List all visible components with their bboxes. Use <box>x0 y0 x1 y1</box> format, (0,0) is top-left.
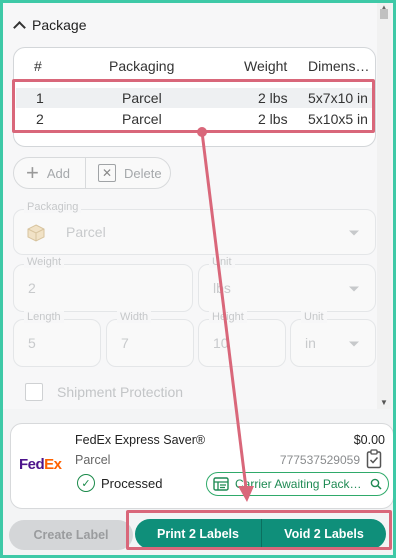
processed-label: Processed <box>101 475 163 491</box>
weight-unit-select[interactable]: Unit lbs <box>198 256 376 312</box>
scrollbar-thumb[interactable] <box>380 9 388 19</box>
scroll-down-arrow-icon[interactable]: ▼ <box>380 398 388 407</box>
length-value: 5 <box>28 335 36 351</box>
package-section-header[interactable]: Package <box>13 13 87 37</box>
length-field[interactable]: Length 5 <box>13 311 101 367</box>
clipboard-check-icon[interactable] <box>366 449 382 469</box>
table-header: # Packaging Weight Dimens… <box>14 58 375 80</box>
height-field[interactable]: Height 10 <box>198 311 286 367</box>
column-header-packaging[interactable]: Packaging <box>109 58 174 74</box>
service-price: $0.00 <box>353 433 385 447</box>
box-icon <box>27 224 45 242</box>
column-header-number[interactable]: # <box>34 58 42 74</box>
rows-highlight-annotation <box>12 79 375 133</box>
logo-part-fed: Fed <box>19 456 45 473</box>
unit-label: Unit <box>209 256 235 268</box>
width-value: 7 <box>121 335 129 351</box>
dimension-unit-select[interactable]: Unit in <box>290 311 376 367</box>
shipment-protection-label: Shipment Protection <box>57 384 184 400</box>
fedex-logo: FedEx <box>19 456 62 473</box>
buttons-highlight-annotation <box>126 510 392 550</box>
add-button[interactable]: + Add <box>14 158 86 188</box>
packaging-label: Packaging <box>24 201 82 213</box>
service-name: FedEx Express Saver® <box>75 433 206 447</box>
packaging-value: Parcel <box>66 224 106 240</box>
manifest-icon <box>213 477 229 491</box>
height-label: Height <box>209 311 247 323</box>
dim-unit-label: Unit <box>301 311 327 323</box>
plus-icon: + <box>26 160 39 185</box>
package-type: Parcel <box>75 453 111 467</box>
chevron-up-icon[interactable] <box>13 21 26 34</box>
vertical-scrollbar[interactable]: ▲ ▼ <box>377 3 391 409</box>
column-header-dimensions[interactable]: Dimens… <box>308 58 369 74</box>
package-scroll-area: Package # Packaging Weight Dimens… 1 Par… <box>3 3 381 409</box>
tracking-number[interactable]: 777537529059 <box>280 453 360 467</box>
delete-button[interactable]: ✕ Delete <box>86 158 162 188</box>
width-field[interactable]: Width 7 <box>106 311 194 367</box>
weight-value: 2 <box>28 280 36 296</box>
chevron-down-icon <box>349 341 359 347</box>
dim-unit-value: in <box>305 335 316 351</box>
carrier-rate-card[interactable]: FedEx FedEx Express Saver® $0.00 Parcel … <box>10 423 393 509</box>
logo-part-ex: Ex <box>44 456 62 473</box>
length-label: Length <box>24 311 64 323</box>
processed-status: ✓ Processed <box>77 474 162 492</box>
weight-field[interactable]: Weight 2 <box>13 256 193 312</box>
packaging-select[interactable]: Packaging Parcel <box>13 201 376 255</box>
width-label: Width <box>117 311 152 323</box>
row-actions: + Add ✕ Delete <box>13 157 171 189</box>
check-circle-icon: ✓ <box>77 474 95 492</box>
unit-value: lbs <box>213 280 231 296</box>
delete-label: Delete <box>124 165 162 181</box>
create-label-button[interactable]: Create Label <box>9 520 133 550</box>
search-icon <box>370 478 382 490</box>
section-title: Package <box>32 17 87 33</box>
chevron-down-icon <box>349 286 359 292</box>
manifest-status-pill[interactable]: Carrier Awaiting Pack… <box>206 472 389 496</box>
height-value: 10 <box>213 335 229 351</box>
shipment-protection-row: Shipment Protection <box>25 383 183 401</box>
weight-label: Weight <box>24 256 65 268</box>
chevron-down-icon <box>349 230 359 236</box>
delete-icon: ✕ <box>98 164 116 182</box>
column-header-weight[interactable]: Weight <box>244 58 287 74</box>
manifest-status-label: Carrier Awaiting Pack… <box>235 477 362 491</box>
shipment-protection-checkbox[interactable] <box>25 383 43 401</box>
add-label: Add <box>46 165 70 181</box>
